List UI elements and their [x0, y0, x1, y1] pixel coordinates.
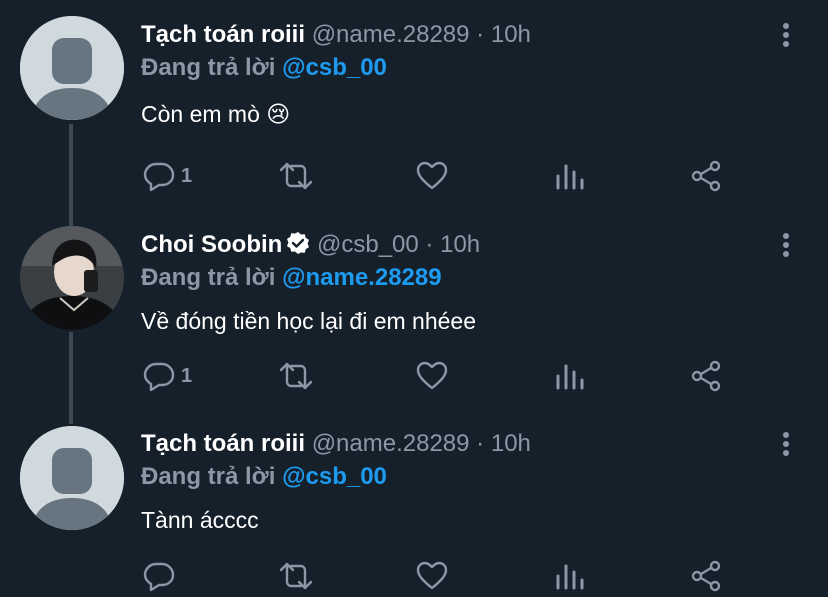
user-handle[interactable]: @csb_00: [317, 231, 419, 258]
like-button[interactable]: [416, 559, 448, 593]
like-button[interactable]: [416, 159, 448, 193]
retweet-icon: [279, 162, 313, 190]
user-handle[interactable]: @name.28289: [312, 430, 470, 457]
replying-to: Đang trả lời @csb_00: [141, 53, 387, 83]
analytics-icon: [556, 364, 584, 390]
action-bar: 1: [141, 359, 741, 393]
avatar[interactable]: [20, 16, 124, 120]
share-button[interactable]: [691, 559, 723, 593]
analytics-icon: [556, 564, 584, 590]
mention-link[interactable]: @csb_00: [282, 463, 387, 490]
share-button[interactable]: [691, 159, 723, 193]
replying-to: Đang trả lời @csb_00: [141, 462, 387, 492]
like-icon: [416, 561, 448, 590]
analytics-button[interactable]: [555, 159, 585, 193]
reply-icon: [143, 362, 175, 392]
separator-dot: ·: [476, 21, 485, 48]
action-bar: [141, 559, 741, 593]
retweet-icon: [279, 562, 313, 590]
like-icon: [416, 361, 448, 390]
replying-to: Đang trả lời @name.28289: [141, 263, 442, 293]
reply-button[interactable]: 1: [143, 159, 192, 193]
share-icon: [691, 160, 721, 192]
reply-button[interactable]: [143, 559, 181, 593]
reply-icon: [143, 162, 175, 192]
verified-badge-icon: [287, 232, 310, 254]
like-icon: [416, 161, 448, 190]
reply-button[interactable]: 1: [143, 359, 192, 393]
reply-count: 1: [181, 164, 193, 187]
action-bar: 1: [141, 159, 741, 193]
more-icon[interactable]: [776, 429, 796, 459]
user-handle[interactable]: @name.28289: [312, 21, 470, 48]
tweet-text: Về đóng tiền học lại đi em nhéee: [141, 308, 477, 334]
share-icon: [691, 360, 721, 392]
reply-icon: [143, 562, 175, 592]
avatar[interactable]: [20, 226, 124, 330]
tweet-3[interactable]: Tạch toán roiii @name.28289 · 10h Đang t…: [0, 410, 828, 597]
display-name[interactable]: Tạch toán roiii: [141, 21, 305, 48]
timestamp[interactable]: 10h: [491, 21, 531, 48]
retweet-icon: [279, 362, 313, 390]
replying-label: Đang trả lời: [141, 463, 276, 490]
more-icon[interactable]: [776, 230, 796, 260]
reply-count: 1: [181, 364, 193, 387]
analytics-button[interactable]: [555, 559, 585, 593]
tweet-1[interactable]: Tạch toán roiii @name.28289 · 10h Đang t…: [0, 0, 828, 210]
default-avatar-icon: [20, 426, 124, 530]
tweet-text: Còn em mò 😢: [141, 101, 291, 127]
more-icon[interactable]: [776, 20, 796, 50]
timestamp[interactable]: 10h: [440, 231, 480, 258]
default-avatar-icon: [20, 16, 124, 120]
share-icon: [691, 560, 721, 592]
retweet-button[interactable]: [278, 159, 314, 193]
mention-link[interactable]: @csb_00: [282, 54, 387, 81]
separator-dot: ·: [476, 430, 485, 457]
tweet-text: Tànn ácccc: [141, 507, 259, 533]
display-name[interactable]: Tạch toán roiii: [141, 430, 305, 457]
tweet-2[interactable]: Choi Soobin @csb_00 · 10h Đang trả lời @…: [0, 210, 828, 410]
analytics-button[interactable]: [555, 359, 585, 393]
share-button[interactable]: [691, 359, 723, 393]
retweet-button[interactable]: [278, 359, 314, 393]
separator-dot: ·: [425, 231, 434, 258]
display-name[interactable]: Choi Soobin: [141, 231, 282, 258]
retweet-button[interactable]: [278, 559, 314, 593]
profile-photo-icon: [20, 226, 124, 330]
replying-label: Đang trả lời: [141, 54, 276, 81]
analytics-icon: [556, 164, 584, 190]
timestamp[interactable]: 10h: [491, 430, 531, 457]
like-button[interactable]: [416, 359, 448, 393]
avatar[interactable]: [20, 426, 124, 530]
mention-link[interactable]: @name.28289: [282, 264, 442, 291]
replying-label: Đang trả lời: [141, 264, 276, 291]
